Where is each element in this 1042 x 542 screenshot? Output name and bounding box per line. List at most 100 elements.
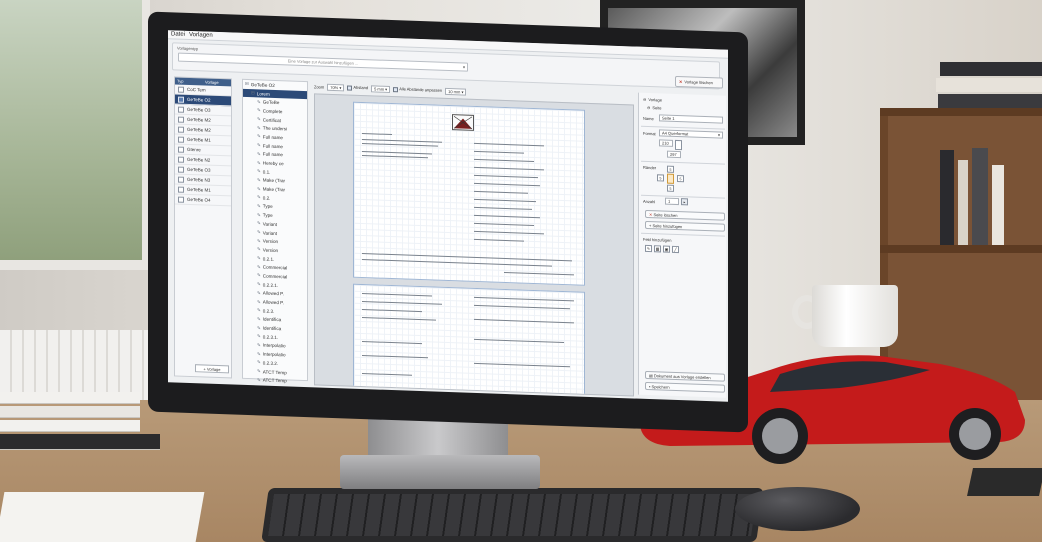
text-line xyxy=(474,214,540,219)
template-select[interactable]: Eine Vorlage zur Auswahl hinzufügen ... … xyxy=(178,52,468,72)
text-line xyxy=(362,132,392,136)
portrait-icon[interactable] xyxy=(675,139,682,151)
template-row[interactable]: GeTeBe O4 xyxy=(175,194,231,207)
save-label: Speichern xyxy=(651,384,670,390)
format-select[interactable]: A4 Querformat ▾ xyxy=(659,129,723,139)
divider xyxy=(641,232,725,237)
preview-page-1[interactable] xyxy=(353,101,585,286)
margin-right-input[interactable]: 5 xyxy=(677,174,684,183)
template-checkbox[interactable] xyxy=(178,176,184,183)
margin-top-input[interactable]: 5 xyxy=(667,165,674,173)
template-row-label: GeTeBe O2 xyxy=(187,96,211,103)
book xyxy=(940,62,1042,76)
margin-checkbox[interactable] xyxy=(347,85,353,91)
menu-templates[interactable]: Vorlagen xyxy=(189,32,213,39)
menu-file[interactable]: Datei xyxy=(171,31,185,37)
zoom-select[interactable]: 70% ▾ xyxy=(327,83,345,91)
divider xyxy=(641,160,725,165)
text-line xyxy=(362,154,428,159)
margins-label: Ränder xyxy=(643,164,657,171)
shelf-board xyxy=(880,108,1042,116)
text-line xyxy=(362,300,442,305)
template-checkbox[interactable] xyxy=(178,146,184,153)
count-value: 1 xyxy=(668,198,671,204)
width-value: 210 xyxy=(662,140,669,146)
template-checkbox[interactable] xyxy=(178,196,184,203)
field-icon: ✎ xyxy=(257,185,261,192)
tree-item-label: Certificat xyxy=(262,117,281,123)
shelf-board xyxy=(880,245,1042,253)
template-checkbox[interactable] xyxy=(178,86,184,93)
margin-label: Abstand xyxy=(353,84,369,91)
image-placeholder-icon xyxy=(453,115,473,130)
save-button[interactable]: ▪ Speichern xyxy=(645,381,725,393)
name-input[interactable]: Seite 1 xyxy=(659,114,723,124)
template-checkbox[interactable] xyxy=(178,96,184,103)
book xyxy=(936,78,1042,92)
monitor: Datei Vorlagen Vorlagentyp Eine Vorlage … xyxy=(148,11,748,433)
tree-item-label: Commercial xyxy=(262,273,288,280)
field-icon: ✎ xyxy=(257,151,261,157)
table-icon[interactable]: ▦ xyxy=(654,245,661,253)
tree-item-label: Allowed P. xyxy=(262,299,284,306)
count-label: Anzahl xyxy=(643,198,656,205)
field-icon: ✎ xyxy=(257,342,261,348)
delete-template-button[interactable]: ✕ Vorlage löschen xyxy=(675,75,723,89)
tree-page-node[interactable]: ⊖ Seite xyxy=(647,105,661,111)
margin-bottom-input[interactable]: 5 xyxy=(667,184,674,192)
add-template-button[interactable]: + Vorlage xyxy=(195,364,229,374)
width-input[interactable]: 210 xyxy=(659,139,673,147)
tree-item[interactable]: ✎ 0.2.3.3. xyxy=(243,384,307,395)
field-icon: ✎ xyxy=(257,125,261,131)
tree-item-label: Type xyxy=(262,212,273,219)
template-checkbox[interactable] xyxy=(178,116,184,123)
template-checkbox[interactable] xyxy=(178,136,184,143)
field-icon: ✎ xyxy=(257,298,261,304)
field-icon: ✎ xyxy=(257,255,261,261)
height-input[interactable]: 297 xyxy=(667,150,681,159)
window xyxy=(0,0,150,270)
template-checkbox[interactable] xyxy=(178,126,184,133)
template-checkbox[interactable] xyxy=(178,156,184,163)
create-document-button[interactable]: ▤ Dokument aus Vorlage erstellen xyxy=(645,370,725,382)
add-page-button[interactable]: + Seite hinzufügen xyxy=(645,220,725,232)
template-row-label: GeTeBe N2 xyxy=(187,156,211,163)
remove-page-button[interactable]: ✕ Seite löschen xyxy=(645,209,725,221)
template-row-label: CoC Tem xyxy=(187,86,206,93)
template-checkbox[interactable] xyxy=(178,186,184,193)
collapse-icon: ⊖ xyxy=(643,96,647,102)
zoom-label: Zoom xyxy=(314,83,325,90)
preview-page-2[interactable] xyxy=(353,283,585,397)
template-checkbox[interactable] xyxy=(178,166,184,173)
margin-option[interactable]: Abstand xyxy=(347,85,368,91)
keyboard xyxy=(261,488,764,542)
margin-select[interactable]: 5 mm ▾ xyxy=(371,84,391,93)
stepper-icon[interactable]: ▸ xyxy=(681,198,688,206)
margin-left-input[interactable]: 5 xyxy=(657,174,664,182)
text-line xyxy=(474,296,574,302)
image-icon[interactable]: ▣ xyxy=(663,245,670,253)
field-icon: ✎ xyxy=(257,359,261,365)
text-line xyxy=(474,338,564,344)
template-checkbox[interactable] xyxy=(178,106,184,113)
count-input[interactable]: 1 xyxy=(665,197,679,206)
tree-item-label: Interpolatio xyxy=(262,351,286,358)
logo-placeholder-icon xyxy=(452,114,474,131)
margin-value: 5 mm xyxy=(374,85,385,92)
field-icon: ✎ xyxy=(257,333,261,339)
monitor-stand-base xyxy=(340,455,540,489)
field-icon: ✎ xyxy=(257,350,261,357)
tree-item-label: 0.2.3.2. xyxy=(262,360,279,366)
tree-item-label: Make (Trar xyxy=(262,177,286,184)
line-icon[interactable]: ╱ xyxy=(672,245,679,254)
all-margins-select[interactable]: 10 mm ▾ xyxy=(445,87,467,96)
tree-item-label: GeTeBe xyxy=(262,99,280,106)
all-margins-checkbox[interactable] xyxy=(393,86,399,92)
tree-template-node[interactable]: ⊖ Vorlage xyxy=(643,97,662,103)
tree-item-label: ATCT Temp xyxy=(262,377,287,384)
all-margins-option[interactable]: Alle Abstände anpassen xyxy=(393,86,442,93)
pen-icon[interactable]: ✎ xyxy=(645,244,652,253)
tree-item-label: Identifica xyxy=(262,325,282,332)
document-icon: ▤ xyxy=(649,373,653,379)
document-preview[interactable] xyxy=(314,93,634,397)
